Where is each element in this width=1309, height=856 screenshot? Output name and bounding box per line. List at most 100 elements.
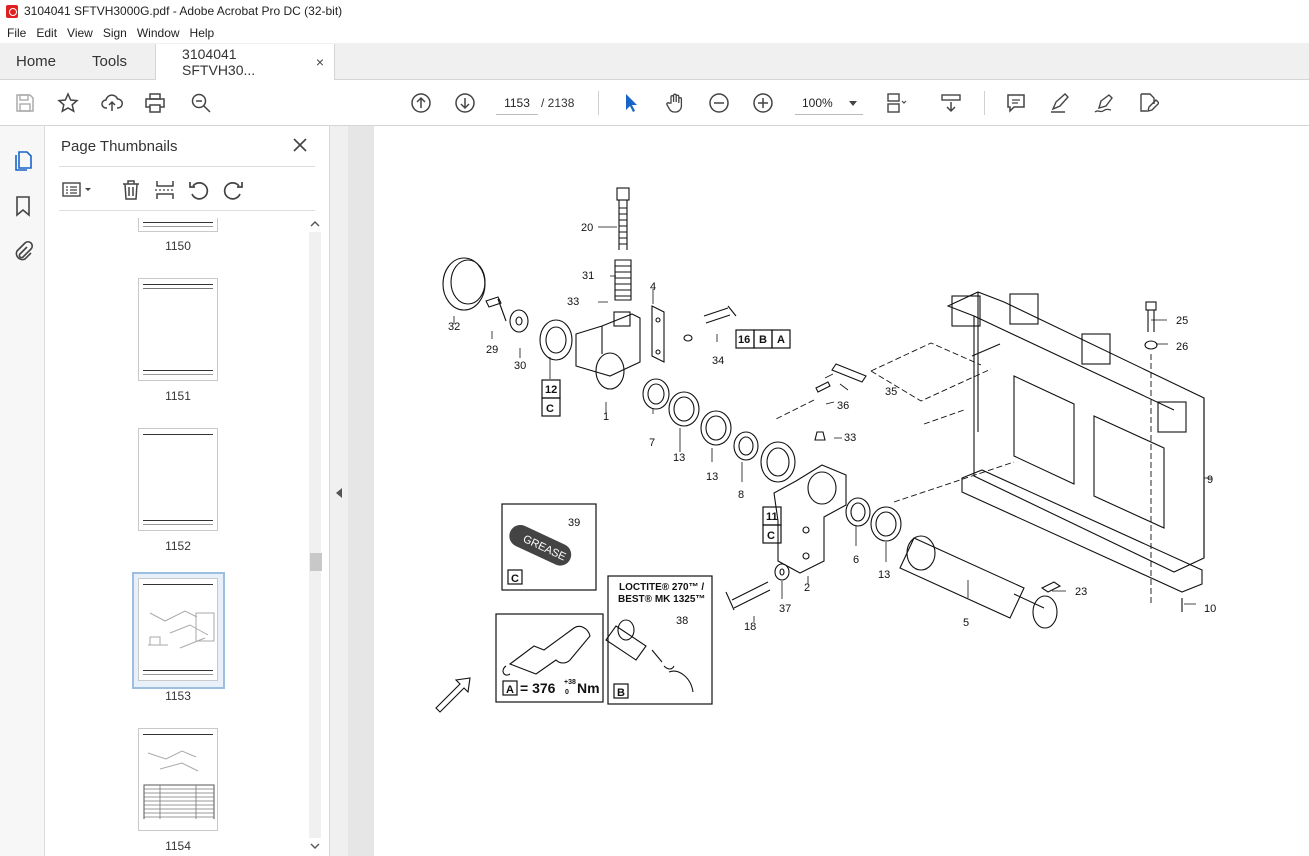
thumbnail-page[interactable] <box>138 218 218 232</box>
select-cursor-icon[interactable] <box>619 91 643 115</box>
thumbnail-page-selected[interactable] <box>138 578 218 681</box>
scroll-down-icon[interactable] <box>309 840 321 852</box>
thumbnail-text-line <box>143 288 213 289</box>
part-number: 1 <box>603 411 609 423</box>
part-number: 35 <box>885 386 897 398</box>
acrobat-pdf-icon <box>6 4 18 18</box>
tab-document[interactable]: 3104041 SFTVH30... × <box>155 44 336 80</box>
search-zoom-icon[interactable] <box>189 91 213 115</box>
part-number: 5 <box>963 617 969 629</box>
zoom-select[interactable]: 100% <box>795 91 863 115</box>
part-number: 2 <box>804 582 810 594</box>
part-number: 30 <box>514 360 526 372</box>
fill-sign-icon[interactable] <box>1092 91 1116 115</box>
previous-page-icon[interactable] <box>409 91 433 115</box>
menu-bar: File Edit View Sign Window Help <box>0 22 1309 43</box>
part-number-labels: 20 31 33 4 32 29 30 12 C 1 16 B A 34 7 1… <box>448 222 1216 699</box>
part-number: 26 <box>1176 341 1188 353</box>
scroll-up-icon[interactable] <box>309 218 321 230</box>
part-number: 10 <box>1204 603 1216 615</box>
thumbnail-page[interactable] <box>138 278 218 381</box>
part-number: 18 <box>744 621 756 633</box>
thumbnail-text-line <box>143 734 213 735</box>
part-number: 13 <box>706 471 718 483</box>
insert-page-icon[interactable] <box>153 178 177 202</box>
part-number: 13 <box>878 569 890 581</box>
attachments-paperclip-icon[interactable] <box>11 240 35 264</box>
zoom-in-icon[interactable] <box>751 91 775 115</box>
thumbnail-text-line <box>143 520 213 521</box>
menu-view[interactable]: View <box>62 26 98 40</box>
loctite-line2: BEST® MK 1325™ <box>618 594 705 605</box>
tab-tools[interactable]: Tools <box>72 43 143 79</box>
close-tab-icon[interactable]: × <box>316 54 324 70</box>
toolbar-divider <box>984 91 985 115</box>
rotate-counterclockwise-icon[interactable] <box>187 178 211 202</box>
menu-sign[interactable]: Sign <box>98 26 132 40</box>
scrollbar-thumb[interactable] <box>310 553 322 571</box>
thumbnail-text-line <box>143 370 213 371</box>
part-number: 25 <box>1176 315 1188 327</box>
part-number: 13 <box>673 452 685 464</box>
close-icon[interactable] <box>291 136 309 154</box>
page-display-icon[interactable] <box>884 91 908 115</box>
thumbnail-options-icon[interactable] <box>61 178 95 202</box>
hand-tool-icon[interactable] <box>663 91 687 115</box>
bookmarks-icon[interactable] <box>11 194 35 218</box>
zoom-value: 100% <box>802 96 833 110</box>
part-number: 23 <box>1075 586 1087 598</box>
page-number-input[interactable]: 1153 <box>496 91 538 115</box>
thumbnail-text-line <box>143 434 213 435</box>
scrolling-mode-icon[interactable] <box>939 91 963 115</box>
thumbnail-label: 1150 <box>165 239 191 253</box>
comment-icon[interactable] <box>1004 91 1028 115</box>
save-icon[interactable] <box>13 91 37 115</box>
next-page-icon[interactable] <box>453 91 477 115</box>
part-number: 37 <box>779 603 791 615</box>
panel-divider <box>59 166 315 167</box>
torque-value: = 376 <box>520 680 556 696</box>
bookmark-star-icon[interactable] <box>56 91 80 115</box>
thumbnail-text-line <box>143 284 213 285</box>
page-thumbnails-icon[interactable] <box>11 148 35 172</box>
menu-edit[interactable]: Edit <box>31 26 62 40</box>
thumbnail-scrollbar[interactable] <box>309 218 322 854</box>
menu-file[interactable]: File <box>2 26 31 40</box>
thumbnail-drawing-preview <box>148 610 215 649</box>
part-number: 4 <box>650 281 656 293</box>
upload-cloud-icon[interactable] <box>100 91 124 115</box>
part-number: 7 <box>649 437 655 449</box>
thumbnail-page[interactable] <box>138 428 218 531</box>
part-number: 32 <box>448 321 460 333</box>
menu-window[interactable]: Window <box>132 26 185 40</box>
page-total: / 2138 <box>541 96 575 110</box>
thumbnail-text-line <box>143 524 213 525</box>
thumbnail-text-line <box>143 226 213 227</box>
rotate-clockwise-icon[interactable] <box>221 178 245 202</box>
delete-page-icon[interactable] <box>119 178 143 202</box>
tab-bar: Home Tools 3104041 SFTVH30... × <box>0 43 1309 80</box>
print-icon[interactable] <box>143 91 167 115</box>
part-number: C <box>546 403 554 415</box>
window-title: 3104041 SFTVH3000G.pdf - Adobe Acrobat P… <box>24 4 343 18</box>
part-number: B <box>759 334 767 346</box>
toolbar-divider <box>598 91 599 115</box>
menu-help[interactable]: Help <box>185 26 220 40</box>
part-number: 11 <box>766 511 778 523</box>
panel-collapse-handle[interactable] <box>330 126 348 856</box>
part-number: 8 <box>738 489 744 501</box>
title-bar: 3104041 SFTVH3000G.pdf - Adobe Acrobat P… <box>0 0 1309 22</box>
zoom-out-icon[interactable] <box>707 91 731 115</box>
part-number: 39 <box>568 517 580 529</box>
document-viewport[interactable]: GREASE LOCTITE® 270™ / BEST® MK 1325™ = … <box>348 126 1309 856</box>
thumbnail-text-line <box>143 584 213 585</box>
part-number: B <box>617 687 625 699</box>
edit-pdf-icon[interactable] <box>1136 91 1160 115</box>
part-number: A <box>506 684 514 696</box>
thumbnail-page[interactable] <box>138 728 218 831</box>
part-number: 33 <box>844 432 856 444</box>
panel-title: Page Thumbnails <box>61 138 178 155</box>
highlight-pen-icon[interactable] <box>1048 91 1072 115</box>
tab-home[interactable]: Home <box>0 43 72 79</box>
scrollbar-track[interactable] <box>309 232 321 838</box>
